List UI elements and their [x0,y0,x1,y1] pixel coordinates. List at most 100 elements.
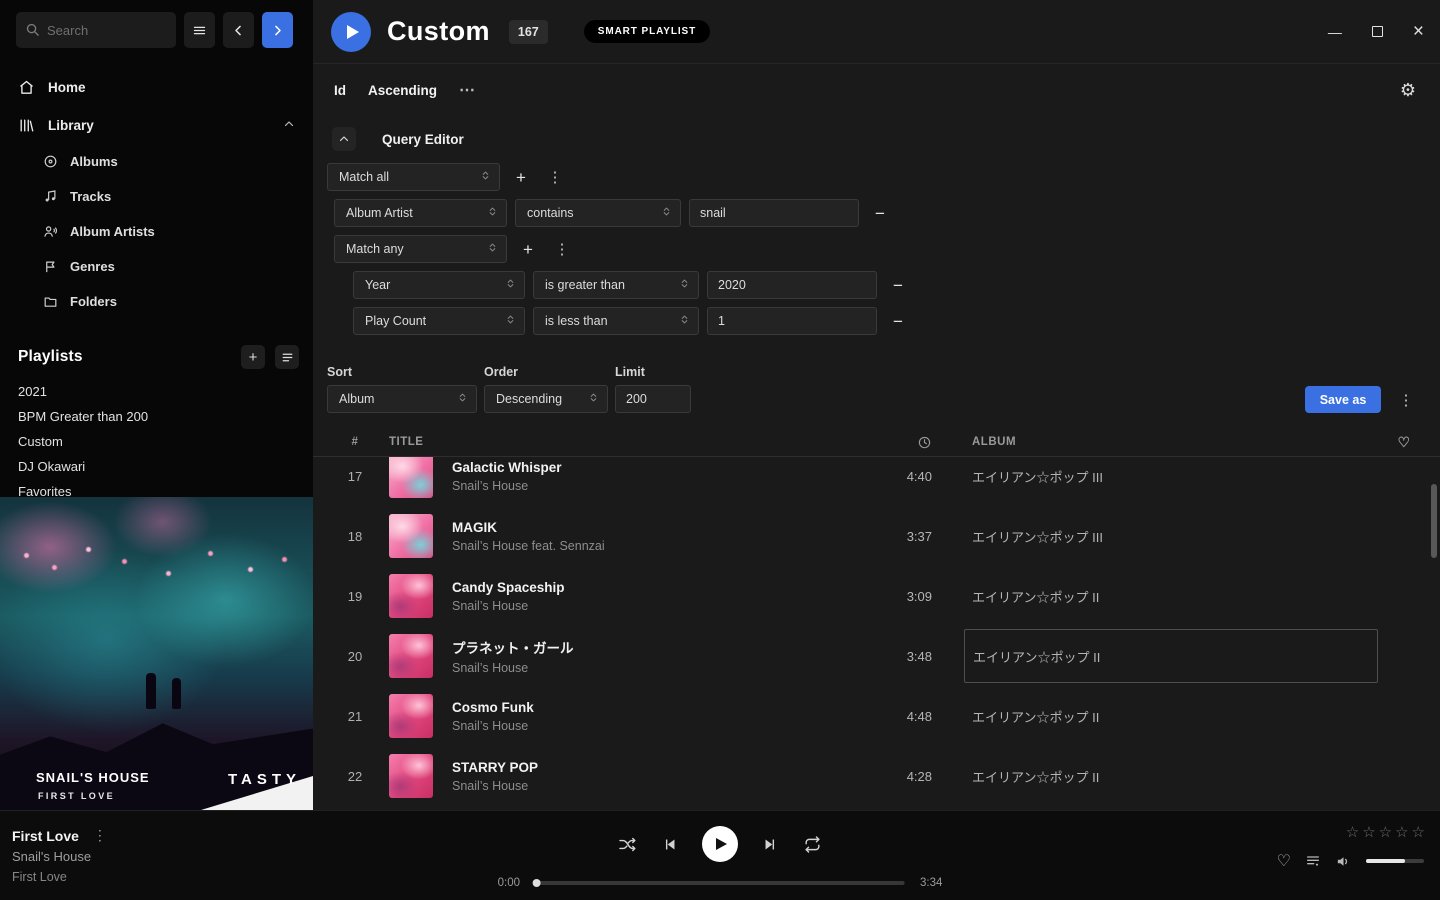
add-playlist-button[interactable]: + [241,345,265,369]
rule-group-menu-button[interactable]: ⋮ [549,236,575,262]
table-row[interactable]: 18 MAGIK Snail’s House feat. Sennzai 3:3… [313,506,1440,566]
table-row[interactable]: 20 プラネット・ガール Snail’s House 3:48 エイリアン☆ポッ… [313,626,1440,686]
now-playing-artwork[interactable]: SNAIL'S HOUSE FIRST LOVE TASTY [0,497,313,810]
track-title: プラネット・ガール [452,637,862,657]
table-row[interactable]: 21 Cosmo Funk Snail’s House 4:48 エイリアン☆ポ… [313,686,1440,746]
playlist-item[interactable]: 2021 [0,379,313,404]
track-artist: Snail’s House [452,719,862,733]
column-header-title[interactable]: TITLE [383,436,862,448]
order-select[interactable]: Descending [484,385,608,413]
track-title: Cosmo Funk [452,700,862,715]
add-rule-button[interactable]: + [515,236,541,262]
volume-button[interactable] [1335,853,1352,870]
playlist-list: 2021 BPM Greater than 200 Custom DJ Okaw… [0,379,313,504]
sort-field-button[interactable]: Id [334,83,346,98]
shuffle-button[interactable] [618,835,637,854]
column-header-album[interactable]: ALBUM [932,436,1380,448]
star-icon[interactable]: ☆ [1412,823,1425,841]
menu-button[interactable] [184,12,215,48]
nav-forward-button[interactable] [262,12,293,48]
sort-by-select[interactable]: Album [327,385,477,413]
artwork-figure [146,673,156,709]
remove-rule-button[interactable]: − [867,200,893,226]
rule-operator-select[interactable]: contains [515,199,681,227]
previous-icon [661,836,678,853]
search-input[interactable] [16,12,176,48]
rule-value-input[interactable] [707,307,877,335]
artwork-album-text: FIRST LOVE [38,791,115,801]
play-pause-button[interactable] [702,826,738,862]
star-icon[interactable]: ☆ [1362,823,1375,841]
save-as-button[interactable]: Save as [1305,386,1381,413]
star-icon[interactable]: ☆ [1395,823,1408,841]
table-header: # TITLE ALBUM ♡ [313,428,1440,457]
gear-icon[interactable]: ⚙ [1400,80,1416,101]
playlist-item[interactable]: Custom [0,429,313,454]
close-button[interactable]: × [1413,22,1424,41]
table-row[interactable]: 19 Candy Spaceship Snail’s House 3:09 エイ… [313,566,1440,626]
table-row[interactable]: 17 Galactic Whisper Snail’s House 4:40 エ… [313,457,1440,506]
player-right-controls: ♡ [1277,851,1424,871]
track-duration: 3:48 [862,649,932,664]
match-type-select[interactable]: Match all [327,163,500,191]
column-header-number[interactable]: # [327,436,383,448]
rule-field-select[interactable]: Album Artist [334,199,507,227]
rule-operator-select[interactable]: is less than [533,307,699,335]
group-match-type-select[interactable]: Match any [334,235,507,263]
sidebar-item-home[interactable]: Home [0,68,313,106]
nav-back-button[interactable] [223,12,254,48]
playlist-options-button[interactable] [275,345,299,369]
track-table: # TITLE ALBUM ♡ 17 Galactic Whisper Snai… [313,428,1440,809]
next-track-button[interactable] [762,836,779,853]
star-icon[interactable]: ☆ [1379,823,1392,841]
seek-bar[interactable] [535,881,905,885]
minimize-button[interactable]: — [1328,25,1342,39]
playlist-item[interactable]: BPM Greater than 200 [0,404,313,429]
volume-slider[interactable] [1366,859,1424,863]
elapsed-time: 0:00 [498,877,520,889]
rule-field-select[interactable]: Play Count [353,307,525,335]
collapse-query-editor-button[interactable] [332,127,356,151]
track-album: エイリアン☆ポップ III [932,527,1380,546]
table-row[interactable]: 22 STARRY POP Snail’s House 4:28 エイリアン☆ポ… [313,746,1440,806]
more-options-button[interactable]: ⋯ [459,80,475,100]
sidebar-item-library[interactable]: Library [0,106,313,144]
collapse-chevron-icon[interactable] [283,118,295,133]
seek-handle[interactable] [533,879,541,887]
sidebar-item-genres[interactable]: Genres [0,249,313,284]
limit-input[interactable] [615,385,691,413]
star-icon[interactable]: ☆ [1346,823,1359,841]
playlist-header: Custom 167 SMART PLAYLIST — × [313,0,1440,64]
scrollbar-thumb[interactable] [1431,484,1437,558]
rule-field-select[interactable]: Year [353,271,525,299]
rule-value-input[interactable] [707,271,877,299]
add-rule-button[interactable]: + [508,164,534,190]
playlist-item[interactable]: DJ Okawari [0,454,313,479]
sidebar-item-albums[interactable]: Albums [0,144,313,179]
track-album-selected[interactable]: エイリアン☆ポップ II [932,626,1380,686]
remove-rule-button[interactable]: − [885,308,911,334]
track-menu-button[interactable]: ⋮ [93,827,107,844]
previous-track-button[interactable] [661,836,678,853]
rule-operator-select[interactable]: is greater than [533,271,699,299]
sort-direction-button[interactable]: Ascending [368,83,437,98]
now-playing-artist: Snail's House [12,849,91,864]
sidebar-item-folders[interactable]: Folders [0,284,313,319]
play-playlist-button[interactable] [331,12,371,52]
sidebar-item-tracks[interactable]: Tracks [0,179,313,214]
favorite-button[interactable]: ♡ [1277,851,1291,871]
window-controls: — × [1328,22,1440,41]
repeat-button[interactable] [803,835,822,854]
track-title: Galactic Whisper [452,460,862,475]
rule-group-menu-button[interactable]: ⋮ [542,164,568,190]
column-header-favorite[interactable]: ♡ [1380,434,1428,451]
volume-fill [1366,859,1405,863]
column-header-duration[interactable] [862,435,932,450]
queue-button[interactable] [1305,853,1321,869]
rule-value-input[interactable] [689,199,859,227]
maximize-button[interactable] [1372,26,1383,37]
save-menu-button[interactable]: ⋮ [1393,387,1419,413]
remove-rule-button[interactable]: − [885,272,911,298]
sidebar-item-album-artists[interactable]: Album Artists [0,214,313,249]
table-body: 17 Galactic Whisper Snail’s House 4:40 エ… [313,457,1440,809]
